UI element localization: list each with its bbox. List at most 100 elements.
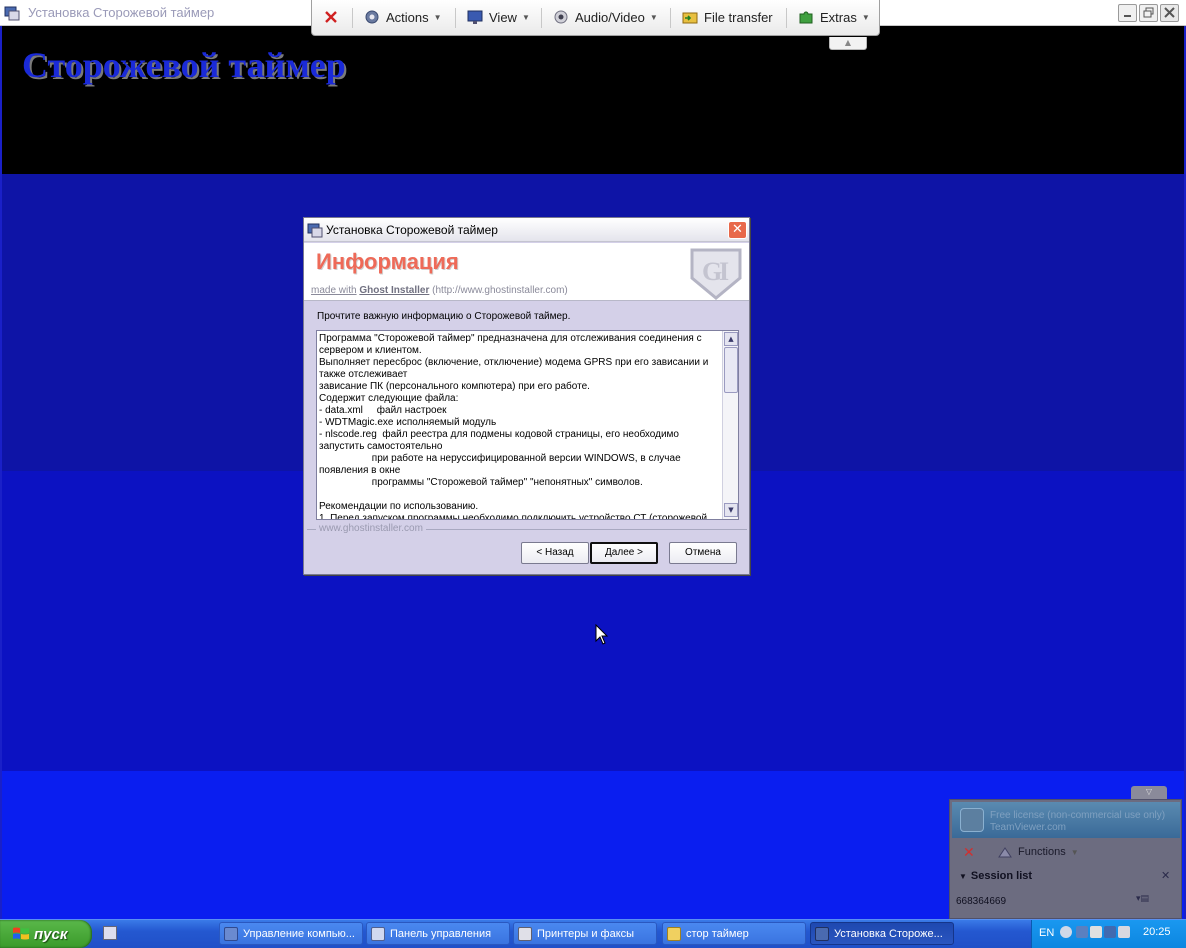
monitor-icon — [467, 10, 483, 24]
teamviewer-banner: Free license (non-commercial use only) T… — [952, 802, 1180, 838]
back-button[interactable]: < Назад — [521, 542, 589, 564]
toolbar-extras-label: Extras — [820, 9, 857, 25]
installer-icon — [815, 926, 829, 941]
task-printers-faxes[interactable]: Принтеры и факсы — [513, 922, 657, 945]
toolbar-view-menu[interactable]: View ▼ — [467, 8, 530, 26]
svg-text:I: I — [719, 257, 729, 286]
toolbar-actions-menu[interactable]: Actions ▼ — [364, 8, 442, 26]
taskbar: пуск Управление компью... Панель управле… — [0, 919, 1186, 948]
teamviewer-panel: Free license (non-commercial use only) T… — [949, 799, 1182, 919]
start-button[interactable]: пуск — [0, 920, 92, 948]
dialog-close-button[interactable]: ✕ — [728, 221, 747, 239]
monitor-tray-icon[interactable] — [1118, 926, 1130, 938]
clock: 20:25 — [1143, 926, 1171, 938]
info-scrollbar[interactable]: ▲ ▼ — [722, 331, 738, 519]
made-with-prefix[interactable]: made with — [311, 285, 357, 296]
system-tray: EN 20:25 — [1031, 920, 1186, 948]
dialog-header-title: Информация — [316, 249, 459, 274]
close-x-icon — [325, 11, 337, 23]
task-label: Панель управления — [390, 927, 492, 940]
toolbar-close-button[interactable] — [324, 8, 338, 26]
minimize-icon — [1124, 15, 1131, 17]
toolbar-separator — [670, 8, 671, 28]
dialog-title: Установка Сторожевой таймер — [326, 223, 498, 237]
functions-menu[interactable]: Functions ▼ — [998, 846, 1079, 858]
cancel-button[interactable]: Отмена — [669, 542, 737, 564]
teamviewer-toolbar: Actions ▼ View ▼ Audio/Video ▼ File tran… — [311, 0, 880, 36]
close-x-icon: ✕ — [963, 845, 975, 861]
toolbar-collapse-button[interactable]: ▲ — [829, 37, 867, 50]
task-label: Установка Стороже... — [834, 927, 943, 940]
window-close-button[interactable] — [1160, 4, 1179, 22]
chevron-down-icon: ▼ — [649, 12, 658, 22]
functions-icon — [998, 847, 1012, 858]
chevron-down-icon: ▼ — [433, 12, 442, 22]
made-with-brand-link[interactable]: Ghost Installer — [359, 285, 429, 296]
volume-icon[interactable] — [1090, 926, 1102, 938]
teamviewer-tray-icon[interactable] — [1104, 926, 1116, 938]
gear-icon — [365, 10, 379, 24]
installer-app-icon — [4, 6, 20, 21]
info-text: Программа "Сторожевой таймер" предназнач… — [319, 333, 709, 520]
restore-icon — [1143, 7, 1154, 18]
session-list-close-button[interactable]: ✕ — [1161, 869, 1170, 882]
network-icon[interactable] — [1076, 926, 1088, 938]
show-desktop-icon[interactable] — [103, 926, 117, 940]
task-folder[interactable]: стор таймер — [662, 922, 806, 945]
session-list-header[interactable]: ▼ Session list — [959, 870, 1032, 882]
toolbar-separator — [786, 8, 787, 28]
task-computer-management[interactable]: Управление компью... — [219, 922, 363, 945]
maximize-button[interactable] — [1139, 4, 1158, 22]
scroll-down-button[interactable]: ▼ — [724, 503, 738, 517]
outer-window-title: Установка Сторожевой таймер — [28, 5, 215, 20]
toolbar-file-transfer-button[interactable]: File transfer — [682, 8, 773, 26]
chevron-down-icon: ▼ — [1070, 847, 1079, 857]
mouse-cursor-icon — [595, 624, 609, 645]
installer-heading: Сторожевой таймер — [22, 45, 346, 85]
toolbar-separator — [352, 8, 353, 28]
toolbar-audio-video-label: Audio/Video — [575, 9, 645, 25]
chevron-down-icon: ▼ — [861, 12, 870, 22]
dialog-titlebar[interactable]: Установка Сторожевой таймер ✕ — [304, 218, 749, 242]
made-with-url: (http://www.ghostinstaller.com) — [432, 285, 568, 296]
tray-expand-icon[interactable] — [1060, 926, 1072, 938]
footer-brand: www.ghostinstaller.com — [316, 523, 426, 534]
windows-logo-icon — [13, 927, 29, 940]
functions-label: Functions — [1018, 846, 1066, 858]
next-button[interactable]: Далее > — [590, 542, 658, 564]
task-installer[interactable]: Установка Стороже... — [810, 922, 954, 945]
minimize-button[interactable] — [1118, 4, 1137, 22]
arrow-down-icon: ▼ — [728, 506, 734, 514]
toolbar-separator — [541, 8, 542, 28]
close-icon: ✕ — [732, 222, 743, 237]
task-control-panel[interactable]: Панель управления — [366, 922, 510, 945]
webcam-icon — [554, 10, 568, 24]
task-label: Принтеры и факсы — [537, 927, 635, 940]
ghost-installer-logo-icon: G I — [690, 248, 742, 300]
toolbar-extras-menu[interactable]: Extras ▼ — [798, 8, 870, 26]
toolbar-actions-label: Actions — [386, 9, 429, 25]
teamviewer-panel-toggle[interactable]: ▽ — [1131, 786, 1167, 799]
license-notice: Free license (non-commercial use only) — [990, 810, 1166, 821]
session-tools-icon[interactable]: ▾▤ — [1136, 894, 1149, 904]
session-list-label: Session list — [970, 870, 1033, 882]
made-with-credit: made with Ghost Installer (http://www.gh… — [311, 285, 568, 296]
chevron-down-icon: ▼ — [521, 12, 530, 22]
toolbar-separator — [455, 8, 456, 28]
end-session-button[interactable]: ✕ — [963, 845, 975, 861]
task-label: Управление компью... — [243, 927, 355, 940]
toolbar-view-label: View — [489, 9, 517, 25]
info-textarea[interactable]: Программа "Сторожевой таймер" предназнач… — [316, 330, 739, 520]
language-indicator[interactable]: EN — [1039, 927, 1054, 939]
teamviewer-site: TeamViewer.com — [990, 822, 1066, 833]
dialog-prompt: Прочтите важную информацию о Сторожевой … — [317, 311, 571, 322]
toolbar-audio-video-menu[interactable]: Audio/Video ▼ — [553, 8, 658, 26]
folder-transfer-icon — [682, 12, 698, 24]
session-id[interactable]: 668364669 — [956, 896, 1006, 907]
puzzle-icon — [799, 11, 813, 24]
scroll-thumb[interactable] — [724, 347, 738, 393]
scroll-up-button[interactable]: ▲ — [724, 332, 738, 346]
installer-dialog: Установка Сторожевой таймер ✕ Информация… — [303, 217, 750, 575]
computer-management-icon — [224, 926, 238, 941]
chevron-down-icon: ▽ — [1145, 787, 1153, 796]
